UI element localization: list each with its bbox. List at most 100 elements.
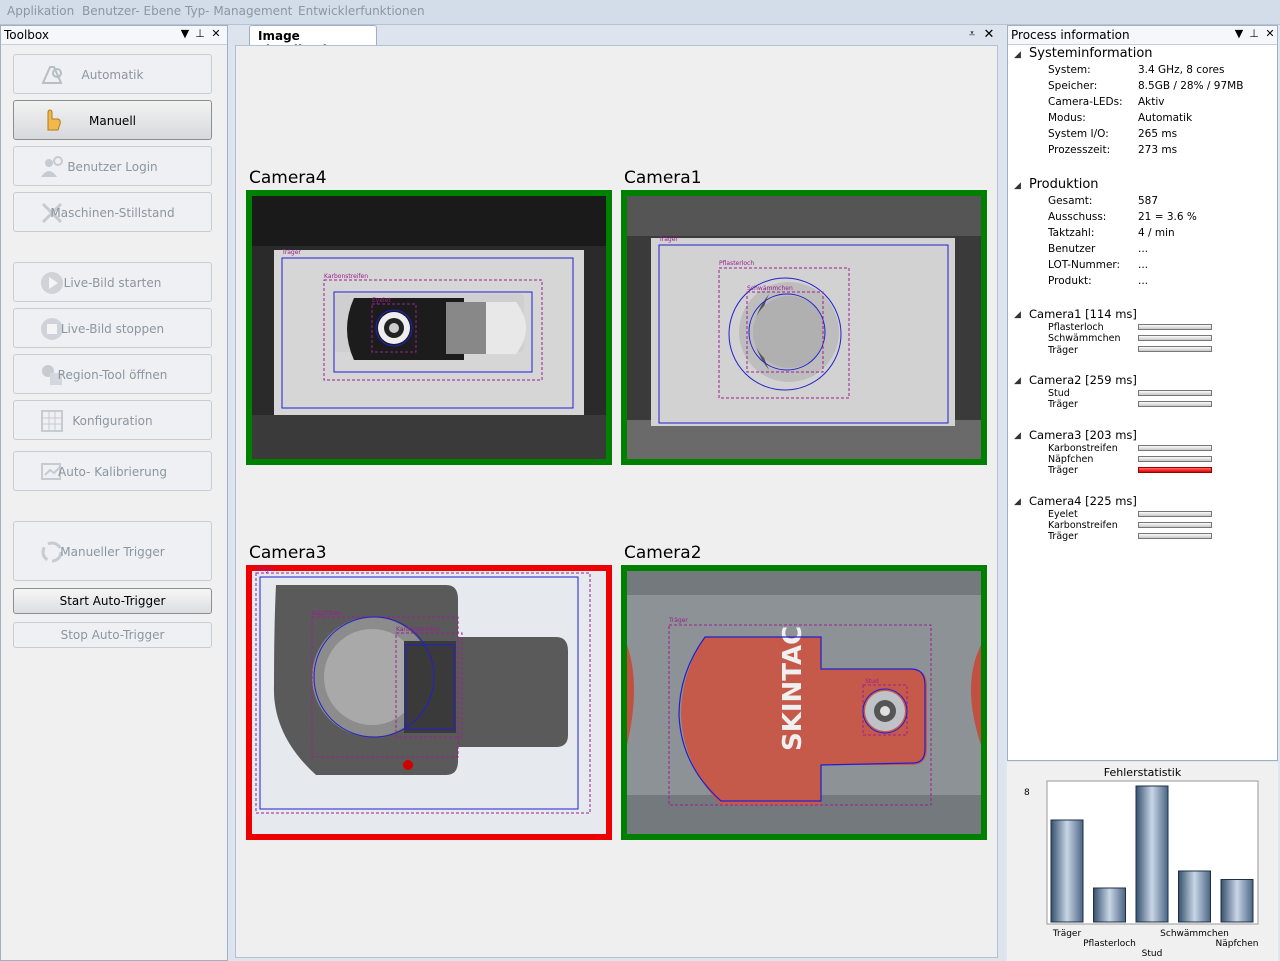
manuell-button[interactable]: Manuell bbox=[13, 100, 212, 140]
camera1-view[interactable]: Träger Pflasterloch Schwämmchen bbox=[621, 190, 987, 465]
camera2-view[interactable]: SKINTAC Träger Stud bbox=[621, 565, 987, 840]
speicher-value: 8.5GB / 28% / 97MB bbox=[1138, 80, 1244, 92]
svg-text:SKINTAC: SKINTAC bbox=[778, 626, 808, 751]
x-tick-label: Träger bbox=[1052, 929, 1082, 939]
x-tick-label: Stud bbox=[1142, 949, 1163, 959]
camera3-label-naepfchen: Näpfchen bbox=[312, 610, 341, 617]
x-tick-label: Näpfchen bbox=[1215, 939, 1258, 949]
live-bild-stoppen-button[interactable]: Live-Bild stoppen bbox=[13, 308, 212, 348]
taktzahl-value: 4 / min bbox=[1138, 227, 1175, 239]
produktion-collapse-icon[interactable]: ◢ bbox=[1014, 181, 1021, 191]
live-bild-starten-label: Live-Bild starten bbox=[63, 276, 162, 290]
camera3-heading: Camera3 [203 ms] bbox=[1029, 428, 1137, 442]
camera3-item-label: Näpfchen bbox=[1048, 454, 1094, 465]
camera1-item-bar bbox=[1138, 324, 1212, 330]
camera1-item-bar bbox=[1138, 335, 1212, 341]
camera3-collapse-icon[interactable]: ◢ bbox=[1014, 431, 1021, 441]
start-auto-trigger-button[interactable]: Start Auto-Trigger bbox=[13, 588, 212, 614]
menu-benutzer-ebene[interactable]: Benutzer- Ebene bbox=[82, 4, 181, 18]
produkt-value: ... bbox=[1138, 275, 1149, 287]
camera1-item-label: Schwämmchen bbox=[1048, 333, 1121, 344]
camera3-item-bar bbox=[1138, 445, 1212, 451]
automatik-button[interactable]: Automatik bbox=[13, 54, 212, 94]
gesamt-value: 587 bbox=[1138, 195, 1159, 207]
prozesszeit-key: Prozesszeit: bbox=[1048, 144, 1111, 156]
camera2-heading: Camera2 [259 ms] bbox=[1029, 373, 1137, 387]
pin-icon[interactable]: ⊥ bbox=[194, 27, 206, 40]
camera3-title: Camera3 bbox=[249, 543, 327, 563]
toolbox-titlebar: Toolbox ▼ ⊥ ✕ bbox=[1, 26, 227, 45]
camera3-label-karbonstreifen: Karbonstreifen bbox=[396, 626, 440, 633]
auto-kalibrierung-label: Auto- Kalibrierung bbox=[58, 465, 167, 479]
produktion-heading: Produktion bbox=[1029, 177, 1099, 192]
camera2-collapse-icon[interactable]: ◢ bbox=[1014, 376, 1021, 386]
menu-entwicklerfunktionen[interactable]: Entwicklerfunktionen bbox=[298, 4, 425, 18]
konfiguration-button[interactable]: Konfiguration bbox=[13, 400, 212, 440]
manueller-trigger-button[interactable]: Manueller Trigger bbox=[13, 521, 212, 581]
systeminfo-collapse-icon[interactable]: ◢ bbox=[1014, 50, 1021, 60]
speicher-key: Speicher: bbox=[1048, 80, 1098, 92]
camera1-item-label: Träger bbox=[1048, 345, 1078, 356]
stop-auto-trigger-button[interactable]: Stop Auto-Trigger bbox=[13, 622, 212, 648]
benutzer-key: Benutzer bbox=[1048, 243, 1096, 255]
tab-image-visualization[interactable]: Image visualization bbox=[249, 25, 377, 57]
camera4-item-bar bbox=[1138, 533, 1212, 539]
camera2-label-stud: Stud bbox=[865, 678, 879, 685]
camera-leds-value: Aktiv bbox=[1138, 96, 1165, 108]
menu-typ-management[interactable]: Typ- Management bbox=[185, 4, 292, 18]
camera4-collapse-icon[interactable]: ◢ bbox=[1014, 497, 1021, 507]
camera-leds-key: Camera-LEDs: bbox=[1048, 96, 1123, 108]
modus-key: Modus: bbox=[1048, 112, 1086, 124]
camera4-label-traeger: Träger bbox=[281, 249, 301, 256]
camera3-item-label: Träger bbox=[1048, 465, 1078, 476]
camera4-view[interactable]: Träger Karbonstreifen Eyelet bbox=[246, 190, 612, 465]
close-icon[interactable]: ✕ bbox=[210, 27, 222, 40]
live-bild-stoppen-label: Live-Bild stoppen bbox=[60, 322, 165, 336]
viz-close-icon[interactable]: ✕ bbox=[983, 27, 995, 42]
live-bild-starten-button[interactable]: Live-Bild starten bbox=[13, 262, 212, 302]
system-io-value: 265 ms bbox=[1138, 128, 1178, 140]
camera1-item-bar bbox=[1138, 346, 1212, 352]
bar-träger bbox=[1050, 819, 1084, 923]
camera2-title: Camera2 bbox=[624, 543, 702, 563]
camera4-item-label: Karbonstreifen bbox=[1048, 520, 1118, 531]
region-tool-button[interactable]: Region-Tool öffnen bbox=[13, 354, 212, 394]
benutzer-login-button[interactable]: Benutzer Login bbox=[13, 146, 212, 186]
konfiguration-label: Konfiguration bbox=[72, 414, 153, 428]
produkt-key: Produkt: bbox=[1048, 275, 1092, 287]
camera1-collapse-icon[interactable]: ◢ bbox=[1014, 310, 1021, 320]
process-pin-icon[interactable]: ⊥ bbox=[1248, 27, 1260, 40]
viz-dropdown-icon[interactable]: ⩡ bbox=[966, 27, 978, 41]
fehlerstatistik-panel: Fehlerstatistik 8 Träger Pflasterloch Stud… bbox=[1007, 762, 1278, 961]
camera3-view[interactable]: Träger Näpfchen Karbonstreifen bbox=[246, 565, 612, 840]
region-tool-label: Region-Tool öffnen bbox=[57, 368, 168, 382]
camera3-item-bar bbox=[1138, 456, 1212, 462]
camera1-heading: Camera1 [114 ms] bbox=[1029, 307, 1137, 321]
modus-value: Automatik bbox=[1138, 112, 1193, 124]
bar-schwämmchen bbox=[1178, 870, 1211, 923]
maschinen-stillstand-button[interactable]: Maschinen-Stillstand bbox=[13, 192, 212, 232]
benutzer-login-label: Benutzer Login bbox=[67, 160, 158, 174]
menu-bar: Applikation Benutzer- Ebene Typ- Managem… bbox=[0, 0, 1280, 25]
process-close-icon[interactable]: ✕ bbox=[1264, 27, 1276, 40]
camera4-item-bar bbox=[1138, 511, 1212, 517]
bar-näpfchen bbox=[1220, 879, 1254, 923]
auto-kalibrierung-button[interactable]: Auto- Kalibrierung bbox=[13, 451, 212, 491]
systeminfo-heading: Systeminformation bbox=[1029, 46, 1153, 61]
camera1-label-pflasterloch: Pflasterloch bbox=[719, 260, 754, 267]
x-tick-label: Pflasterloch bbox=[1083, 939, 1136, 949]
process-info-titlebar: Process information ▼ ⊥ ✕ bbox=[1008, 26, 1277, 45]
dropdown-icon[interactable]: ▼ bbox=[179, 27, 191, 40]
menu-applikation[interactable]: Applikation bbox=[7, 4, 74, 18]
maschinen-stillstand-label: Maschinen-Stillstand bbox=[50, 206, 175, 220]
camera2-item-label: Träger bbox=[1048, 399, 1078, 410]
camera2-item-bar bbox=[1138, 390, 1212, 396]
process-dropdown-icon[interactable]: ▼ bbox=[1233, 27, 1245, 40]
camera3-item-bar-failed bbox=[1138, 467, 1212, 473]
camera4-label-eyelet: Eyelet bbox=[372, 297, 391, 304]
camera2-item-label: Stud bbox=[1048, 388, 1070, 399]
camera3-item-label: Karbonstreifen bbox=[1048, 443, 1118, 454]
camera1-title: Camera1 bbox=[624, 168, 702, 188]
camera2-label-traeger: Träger bbox=[668, 617, 688, 624]
camera2-item-bar bbox=[1138, 401, 1212, 407]
